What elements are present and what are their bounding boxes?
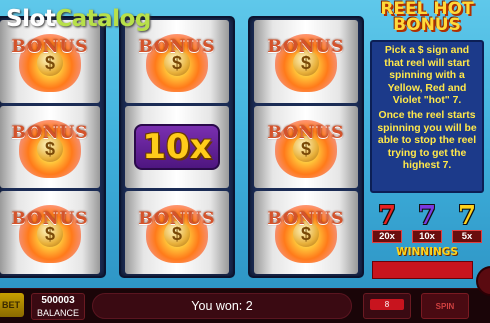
bonus-symbol[interactable]: $ BONUS [254, 191, 358, 275]
bonus-symbol[interactable]: $ BONUS [0, 191, 100, 275]
bonus-label: BONUS [267, 123, 345, 143]
reel-3[interactable]: $ BONUS $ BONUS $ BONUS [248, 16, 364, 278]
reel-2[interactable]: $ BONUS 10x $ BONUS [119, 16, 235, 278]
bet-button[interactable]: BET [0, 293, 24, 317]
yellow-seven-multiplier: 5x [452, 230, 482, 243]
balance-label: BALANCE [36, 308, 80, 318]
multiplier-badge: 10x [134, 124, 220, 170]
bonus-symbol[interactable]: $ BONUS [254, 20, 358, 103]
sevens-paytable: 7 20x 7 10x 7 5x [370, 203, 484, 243]
instructions-paragraph-1: Pick a $ sign and that reel will start s… [384, 45, 470, 107]
logo-line2: BONUS [393, 15, 461, 35]
bonus-label: BONUS [138, 37, 216, 58]
bonus-label: BONUS [138, 208, 216, 229]
bonus-label: BONUS [11, 123, 89, 143]
winnings-label: WINNINGS [396, 246, 458, 258]
instructions-paragraph-2: Once the reel starts spinning you will b… [377, 109, 477, 172]
red-seven-icon: 7 [377, 201, 397, 231]
red-seven-multiplier: 20x [372, 230, 402, 243]
violet-seven-icon: 7 [417, 201, 437, 231]
bonus-label: BONUS [11, 37, 89, 58]
bonus-symbol[interactable]: $ BONUS [125, 20, 229, 103]
bonus-symbol[interactable]: $ BONUS [0, 105, 100, 189]
win-message: You won: 2 [92, 293, 352, 319]
bottom-control-bar: BET 500003 BALANCE You won: 2 8 SPIN [0, 288, 490, 323]
yellow-seven-icon: 7 [457, 201, 477, 231]
bonus-symbol[interactable]: $ BONUS [125, 191, 229, 275]
instructions-box: Pick a $ sign and that reel will start s… [370, 40, 484, 193]
spin-button[interactable]: SPIN [421, 293, 469, 319]
violet-seven-multiplier: 10x [412, 230, 442, 243]
lines-value: 8 [370, 299, 404, 310]
multiplier-symbol[interactable]: 10x [125, 105, 229, 189]
reel-1[interactable]: $ BONUS $ BONUS $ BONUS [0, 16, 106, 278]
reel-hot-bonus-logo: REEL HOT BONUS [372, 1, 482, 35]
winnings-display [372, 261, 473, 279]
bonus-symbol[interactable]: $ BONUS [0, 20, 100, 103]
bonus-info-panel: REEL HOT BONUS Pick a $ sign and that re… [364, 0, 490, 282]
lines-display[interactable]: 8 [363, 293, 411, 319]
bonus-label: BONUS [267, 208, 345, 229]
bonus-symbol[interactable]: $ BONUS [254, 105, 358, 189]
balance-display: 500003 BALANCE [31, 293, 85, 320]
seven-yellow-col: 7 5x [452, 203, 482, 243]
seven-violet-col: 7 10x [412, 203, 442, 243]
bonus-label: BONUS [267, 37, 345, 58]
bonus-label: BONUS [11, 208, 89, 229]
watermark-part2: Catalog [55, 6, 151, 32]
seven-red-col: 7 20x [372, 203, 402, 243]
reels-area: $ BONUS $ BONUS $ BONUS $ BONUS 10x $ BO… [0, 16, 364, 278]
balance-value: 500003 [41, 295, 75, 306]
watermark-part1: Slot [6, 6, 56, 32]
slotcatalog-watermark: SlotCatalog [6, 6, 151, 32]
multiplier-label: 10x [142, 127, 212, 167]
